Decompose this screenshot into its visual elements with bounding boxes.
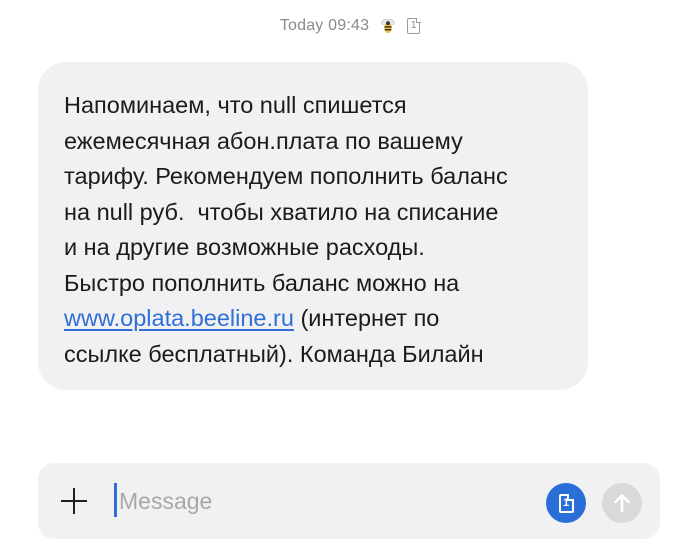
sim-button-number: 1 — [562, 496, 570, 509]
sim-select-button[interactable]: 1 — [546, 483, 586, 523]
message-line: Быстро пополнить баланс можно на — [64, 269, 460, 296]
plus-icon[interactable] — [60, 487, 88, 515]
message-line: Напоминаем, что null спишется — [64, 92, 407, 118]
sim-card-icon: 1 — [558, 493, 574, 513]
message-composer: 1 — [38, 463, 660, 539]
message-line-with-link: www.oplata.beeline.ru (интернет по — [64, 301, 564, 337]
message-timestamp-row: Today 09:43 1 — [0, 14, 700, 38]
message-text-after-link: (интернет по — [293, 305, 440, 331]
message-text: Напоминаем, что null спишется ежемесячна… — [64, 88, 564, 372]
message-line: на null руб. чтобы хватило на списание — [64, 198, 499, 225]
message-input[interactable] — [114, 483, 534, 519]
incoming-message-bubble[interactable]: Напоминаем, что null спишется ежемесячна… — [38, 62, 588, 390]
message-line: и на другие возможные расходы. — [64, 234, 425, 260]
sim-number: 1 — [410, 20, 417, 31]
message-line: ежемесячная абон.плата по вашему — [64, 127, 463, 154]
conversation-screen: Today 09:43 1 Напоминаем, что null спише… — [0, 0, 700, 557]
send-button[interactable] — [602, 483, 642, 523]
sim-card-icon: 1 — [407, 17, 421, 34]
message-line: тарифу. Рекомендуем пополнить баланс — [64, 163, 508, 189]
send-arrow-icon — [614, 494, 630, 513]
payment-link[interactable]: www.oplata.beeline.ru — [64, 305, 294, 331]
message-line: ссылке бесплатный). Команда Билайн — [64, 340, 484, 367]
bee-icon — [381, 18, 395, 34]
message-timestamp: Today 09:43 — [279, 17, 370, 34]
